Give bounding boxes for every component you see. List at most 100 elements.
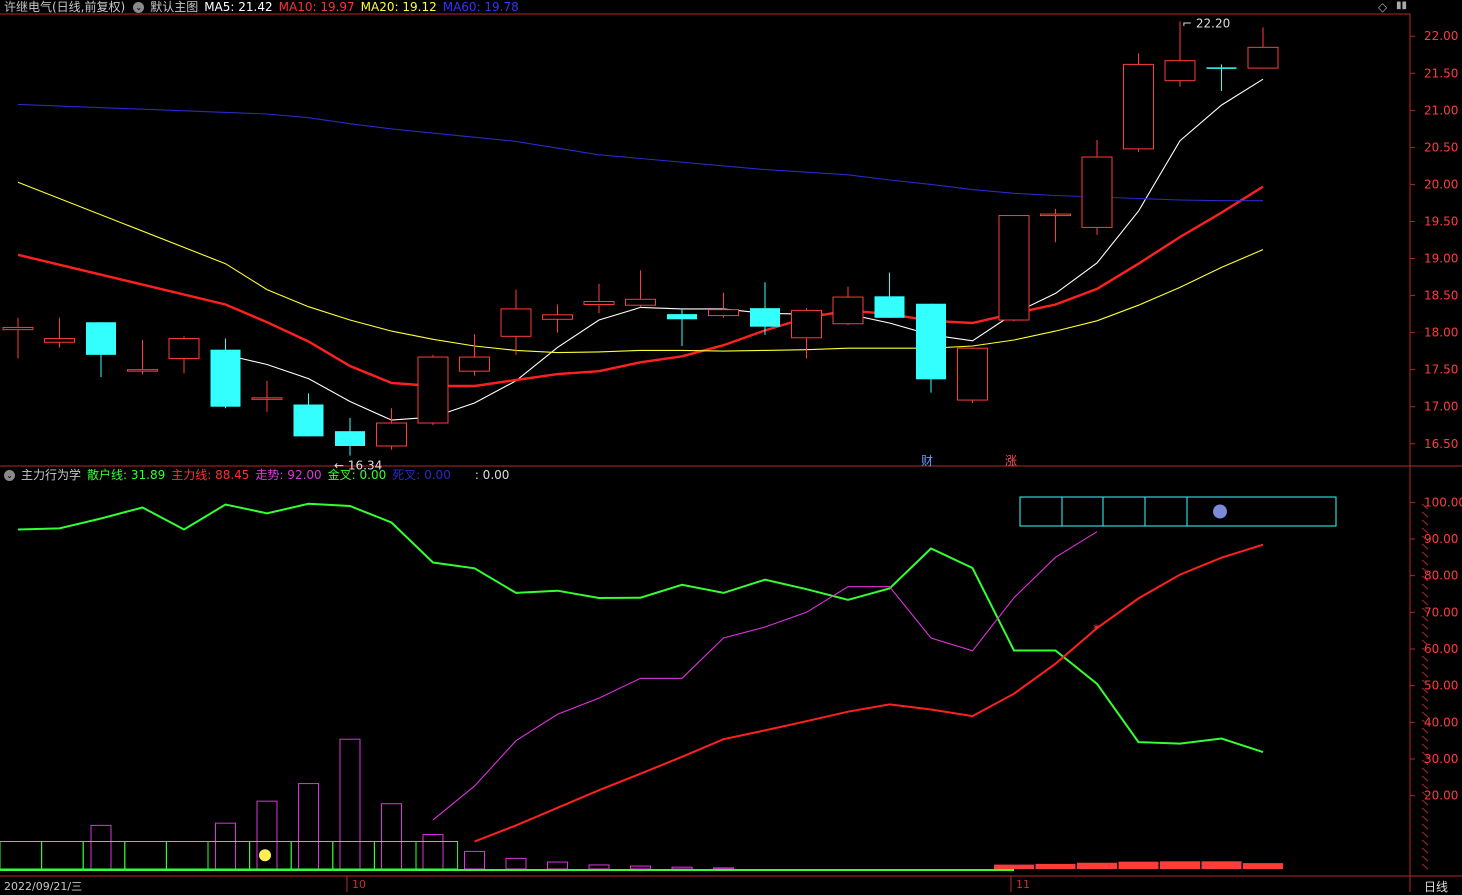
y-tick-label: 16.50 (1424, 437, 1458, 451)
month-10-label: 10 (352, 878, 366, 891)
ma-lines (17, 78, 1264, 421)
sub-bar (994, 864, 1034, 869)
axis-hatch (1421, 671, 1429, 678)
axis-hatch (1421, 823, 1429, 830)
month-11-label: 11 (1016, 878, 1030, 891)
y-tick-label: 60.00 (1424, 642, 1458, 656)
sub-bar (90, 824, 112, 870)
sub-lines: * (17, 502, 1264, 843)
candle-body (293, 404, 324, 437)
signal-cell (82, 841, 126, 870)
candle-body (583, 301, 615, 305)
axis-hatch (1421, 583, 1429, 590)
period-label[interactable]: 日线 (1424, 878, 1448, 895)
death-cross-label: 死叉: 0.00 (392, 468, 451, 482)
axis-hatch (1421, 815, 1429, 822)
trend-label: 走势: 92.00 (255, 468, 322, 482)
sub-line-0 (17, 502, 1264, 754)
y-tick-label: 90.00 (1424, 532, 1458, 546)
sub-bar (588, 864, 610, 870)
y-tick-label: 20.50 (1424, 140, 1458, 154)
stock-title: 许继电气(日线,前复权) (4, 0, 126, 14)
ma5-label: MA5: 21.42 (204, 0, 273, 14)
signal-box (1019, 496, 1337, 527)
chevron-down-icon[interactable]: ⌄ (4, 469, 15, 481)
axis-hatch (1421, 839, 1429, 846)
sub-bar (1201, 861, 1242, 869)
sub-bar (713, 867, 734, 870)
axis-hatch (1421, 591, 1429, 598)
signal-cell (373, 841, 417, 870)
candle-body (916, 303, 946, 380)
candle-body (1123, 63, 1154, 150)
sub-bar (1118, 861, 1159, 869)
ma-line-ma60 (17, 103, 1263, 202)
candle-body (459, 356, 490, 372)
candle-body (376, 422, 407, 447)
axis-hatch (1421, 847, 1429, 854)
blank-label: : 0.00 (474, 468, 510, 482)
sub-bar (1077, 862, 1117, 869)
chart-canvas: 16.50 17.00 17.50 18.00 18.50 19.00 19.50 20.00… (0, 13, 1462, 892)
gold-cross-label: 金叉: 0.00 (327, 468, 387, 482)
chevron-down-icon[interactable]: ⌄ (133, 1, 145, 13)
axis-hatch (1421, 807, 1429, 814)
template-name[interactable]: 默认主图 (150, 0, 198, 14)
candle-body (335, 431, 365, 446)
candle-body (957, 347, 988, 401)
y-tick-label: 50.00 (1424, 679, 1458, 693)
retail-line-label: 散户线: 31.89 (87, 468, 166, 482)
price-annotation: ⌐ 22.20 (1182, 16, 1230, 30)
candle-body (832, 296, 864, 325)
signal-cell (124, 841, 167, 870)
y-tick-label: 21.00 (1424, 103, 1458, 117)
axis-hatch (1421, 559, 1429, 566)
candles (2, 21, 1279, 456)
sub-bar (422, 834, 444, 870)
sub-line-2 (432, 531, 1098, 821)
axis-hatch (1421, 831, 1429, 838)
candle-body (1081, 156, 1113, 228)
signal-cell (165, 841, 209, 870)
candle-body (417, 356, 449, 424)
y-tick-label: 40.00 (1424, 715, 1458, 729)
axis-hatch (1421, 743, 1429, 750)
indicator-name[interactable]: 主力行为学 (21, 468, 81, 482)
sub-line-1 (474, 543, 1264, 843)
candle-body (251, 397, 283, 400)
axis-hatch (1421, 695, 1429, 702)
sub-bar (1035, 863, 1076, 869)
candle-body (500, 308, 532, 337)
sub-bar (464, 850, 485, 870)
axis-hatch (1421, 599, 1429, 606)
candle-body (708, 309, 739, 317)
y-tick-label: 21.50 (1424, 66, 1458, 80)
axis-hatch (1421, 703, 1429, 710)
sub-bar (505, 857, 527, 870)
happy-face-icon (259, 849, 271, 862)
axis-hatch (1421, 775, 1429, 782)
axis-hatch (1421, 511, 1429, 518)
candle-body (998, 215, 1030, 321)
y-tick-label: 18.50 (1424, 289, 1458, 303)
axis-hatch (1421, 663, 1429, 670)
y-tick-label: 20.00 (1424, 177, 1458, 191)
axis-hatch (1421, 735, 1429, 742)
candle-body (625, 298, 656, 306)
sub-bar (381, 803, 402, 870)
axis-hatch (1421, 863, 1429, 870)
candle-body (1040, 213, 1071, 217)
finance-marker[interactable]: 财 (921, 452, 933, 469)
candle-body (667, 314, 697, 320)
y-tick-label: 80.00 (1424, 569, 1458, 583)
overlay: ⌐ 22.20← 16.34 (334, 16, 1337, 527)
signal-cell (207, 841, 251, 870)
candle-body (1164, 60, 1196, 82)
ma20-label: MA20: 19.12 (360, 0, 437, 14)
sub-bar (630, 865, 651, 870)
axis-hatch (1421, 551, 1429, 558)
diamond-icon[interactable]: ◇ (1378, 0, 1387, 14)
rise-marker[interactable]: 涨 (1005, 452, 1017, 469)
collapse-icon[interactable]: ▮▮ (1396, 0, 1407, 11)
sub-y-axis: 20.00 30.00 40.00 50.00 60.00 70.00 80.00 90.00… (1410, 495, 1462, 870)
